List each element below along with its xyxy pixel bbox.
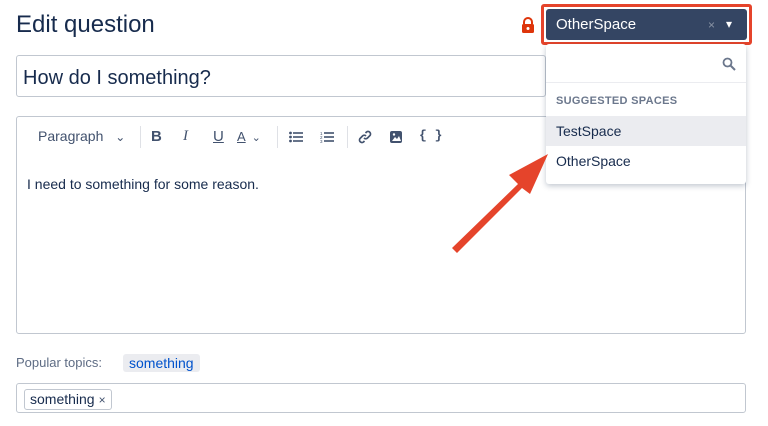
toolbar-divider [140, 126, 141, 148]
dropdown-item-testspace[interactable]: TestSpace [546, 116, 746, 146]
dropdown-item-otherspace[interactable]: OtherSpace [546, 146, 746, 176]
search-icon [722, 57, 736, 71]
bullet-list-icon[interactable] [289, 131, 303, 143]
paragraph-style-label: Paragraph [38, 128, 104, 144]
underline-button[interactable]: U [213, 128, 224, 145]
image-icon[interactable] [389, 130, 403, 144]
chevron-down-icon: ⌄ [115, 130, 126, 144]
text-color-icon: A [237, 129, 246, 144]
lock-icon[interactable] [521, 17, 535, 33]
numbered-list-icon[interactable]: 1 2 3 [320, 131, 334, 143]
toolbar-divider [347, 126, 348, 148]
chevron-down-icon[interactable]: ▾ [726, 17, 732, 31]
space-select-value: OtherSpace [556, 16, 637, 33]
topic-tag-label: something [30, 391, 95, 407]
svg-text:3: 3 [320, 139, 323, 143]
editor-body-text[interactable]: I need to something for some reason. [27, 176, 259, 192]
annotation-arrow-icon [452, 154, 548, 253]
topic-tag: something × [24, 389, 112, 410]
text-color-button[interactable]: A ⌄ [237, 128, 261, 144]
topics-input[interactable]: something × [16, 383, 746, 413]
space-search-input[interactable] [546, 44, 746, 83]
question-title-input[interactable]: How do I something? [16, 55, 546, 97]
toolbar-divider [277, 126, 278, 148]
paragraph-style-select[interactable]: Paragraph ⌄ [38, 128, 125, 144]
chevron-down-icon: ⌄ [251, 132, 261, 144]
popular-topics-label: Popular topics: [16, 355, 102, 370]
remove-tag-icon[interactable]: × [99, 393, 106, 407]
italic-button[interactable]: I [183, 128, 188, 145]
code-button[interactable]: { } [419, 128, 442, 143]
clear-icon[interactable]: × [708, 18, 715, 32]
space-dropdown: SUGGESTED SPACES TestSpace OtherSpace [546, 44, 746, 184]
popular-topic-chip[interactable]: something [123, 354, 200, 372]
bold-button[interactable]: B [151, 128, 162, 145]
page-title: Edit question [16, 11, 155, 38]
suggested-spaces-heading: SUGGESTED SPACES [556, 95, 678, 107]
dropdown-item-label: OtherSpace [556, 153, 631, 169]
space-select[interactable]: OtherSpace × ▾ [546, 9, 747, 40]
dropdown-item-label: TestSpace [556, 123, 622, 139]
link-icon[interactable] [358, 130, 372, 144]
